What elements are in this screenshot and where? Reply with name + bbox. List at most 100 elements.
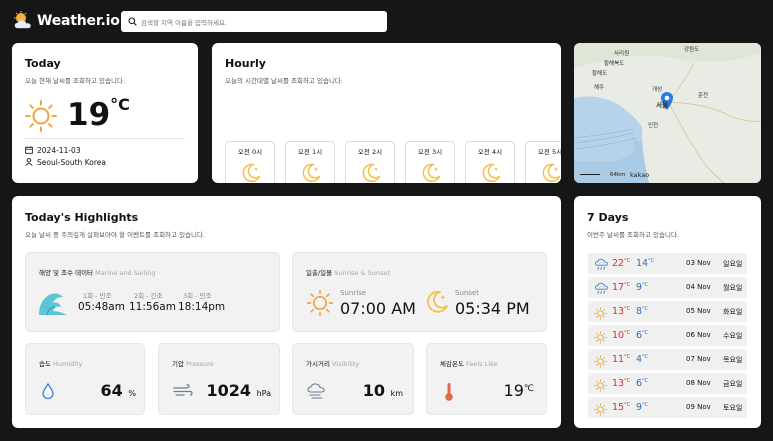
day-low-unit: °C bbox=[648, 258, 655, 264]
day-low-unit: °C bbox=[642, 378, 649, 384]
feels-like-value: 19℃ bbox=[504, 381, 534, 400]
hourly-item[interactable]: 오전 4시15°C bbox=[465, 141, 515, 183]
day-low-unit: °C bbox=[642, 402, 649, 408]
app-logo[interactable]: Weather.io bbox=[12, 10, 120, 32]
visibility-value: 10 km bbox=[363, 381, 403, 400]
day-low-unit: °C bbox=[642, 306, 649, 312]
hourly-item[interactable]: 오전 0시17°C bbox=[225, 141, 275, 183]
day-date: 08 Nov bbox=[686, 379, 711, 387]
map-place-label: 황해북도 bbox=[604, 61, 625, 67]
day-low: 9°C bbox=[636, 402, 648, 413]
hourly-item[interactable]: 오전 3시15°C bbox=[405, 141, 455, 183]
map-place-label: 서울 bbox=[656, 101, 668, 109]
hourly-icon bbox=[480, 162, 502, 183]
day-weekday: 수요일 bbox=[723, 332, 743, 340]
today-card: Today 오늘 현재 날씨를 조회하고 있습니다. 19°C 2024-11-… bbox=[12, 43, 198, 183]
fog-cloud-icon bbox=[307, 383, 325, 399]
moon-icon bbox=[362, 163, 381, 183]
humidity-panel: 습도 Humidity 64 % bbox=[25, 343, 145, 415]
today-temp: 19°C bbox=[67, 95, 130, 133]
hourly-time: 오전 5시 bbox=[537, 148, 561, 156]
marine-title: 해양 및 조수 데이터 Marine and Sailing bbox=[39, 267, 155, 277]
day-high-value: 22 bbox=[612, 258, 625, 269]
search-box[interactable]: 검색할 지역 이름을 입력하세요. bbox=[121, 11, 387, 32]
map-card[interactable]: 64km kakao 강원도 개성 서울 인천 춘천 황해북도 황해도 해주 사리원 bbox=[574, 43, 761, 183]
sunrise-time: 07:00 AM bbox=[340, 299, 416, 318]
day-date: 03 Nov bbox=[686, 259, 711, 267]
moon-icon bbox=[242, 163, 261, 183]
hourly-item[interactable]: 오전 1시16°C bbox=[285, 141, 335, 183]
day-weekday: 월요일 bbox=[723, 284, 743, 292]
day-weekday: 토요일 bbox=[723, 404, 743, 412]
day-row[interactable]: 13°C 6°C 08 Nov 금요일 bbox=[588, 373, 747, 394]
map-scale: 64km bbox=[610, 172, 626, 178]
day-weather-icon bbox=[594, 281, 609, 300]
day-row[interactable]: 15°C 9°C 09 Nov 토요일 bbox=[588, 397, 747, 418]
tide-label: 1회 - 만조 bbox=[83, 292, 112, 300]
day-high-unit: °C bbox=[624, 282, 631, 288]
day-weather-icon bbox=[594, 401, 607, 420]
map-place-label: 강원도 bbox=[684, 47, 700, 53]
wave-icon bbox=[39, 293, 67, 316]
sun-icon bbox=[594, 403, 607, 416]
calendar-icon bbox=[25, 146, 33, 154]
today-date: 2024-11-03 bbox=[37, 146, 81, 155]
day-high: 22°C bbox=[612, 258, 630, 269]
day-row[interactable]: 11°C 4°C 07 Nov 목요일 bbox=[588, 349, 747, 370]
hourly-item[interactable]: 오전 5시15°C bbox=[525, 141, 561, 183]
day-high-value: 10 bbox=[612, 330, 625, 341]
today-location: Seoul-South Korea bbox=[37, 158, 106, 167]
feels-like-title: 체감온도 Feels Like bbox=[440, 358, 498, 368]
hourly-icon bbox=[360, 162, 382, 183]
hourly-time: 오전 4시 bbox=[477, 148, 503, 156]
day-high-unit: °C bbox=[624, 330, 631, 336]
today-subtitle: 오늘 현재 날씨를 조회하고 있습니다. bbox=[25, 77, 126, 85]
map-place-label: 인천 bbox=[648, 123, 659, 129]
tide-label: 2회 - 간조 bbox=[134, 292, 163, 300]
day-date: 05 Nov bbox=[686, 307, 711, 315]
day-row[interactable]: 17°C 9°C 04 Nov 월요일 bbox=[588, 277, 747, 298]
day-high-value: 13 bbox=[612, 378, 625, 389]
day-row[interactable]: 10°C 6°C 06 Nov 수요일 bbox=[588, 325, 747, 346]
map-place-label: 춘천 bbox=[698, 93, 709, 99]
search-input[interactable]: 검색할 지역 이름을 입력하세요. bbox=[141, 17, 227, 27]
app-title: Weather.io bbox=[37, 13, 120, 29]
feels-like-title-ko: 체감온도 bbox=[440, 360, 464, 368]
day-low: 4°C bbox=[636, 354, 648, 365]
day-weather-icon bbox=[594, 329, 607, 348]
hourly-item[interactable]: 오전 2시16°C bbox=[345, 141, 395, 183]
pressure-number: 1024 bbox=[206, 381, 251, 400]
map-place-label: 해주 bbox=[594, 85, 605, 91]
hourly-subtitle: 오늘의 시간대별 날씨를 조회하고 있습니다. bbox=[225, 77, 343, 85]
highlights-title: Today's Highlights bbox=[25, 211, 139, 224]
day-high-unit: °C bbox=[624, 378, 631, 384]
map-view[interactable] bbox=[574, 43, 761, 183]
week-title: 7 Days bbox=[587, 211, 629, 224]
day-row[interactable]: 13°C 8°C 05 Nov 화요일 bbox=[588, 301, 747, 322]
sun-icon bbox=[594, 355, 607, 368]
sunset-label: Sunset bbox=[455, 289, 480, 297]
pressure-unit: hPa bbox=[256, 389, 271, 398]
tide-time: 11:56am bbox=[129, 301, 176, 313]
map-brand: kakao bbox=[630, 171, 650, 179]
day-weather-icon bbox=[594, 353, 607, 372]
today-temp-unit: °C bbox=[110, 95, 130, 114]
day-low: 6°C bbox=[636, 378, 648, 389]
sun-icon bbox=[594, 379, 607, 392]
day-high-value: 13 bbox=[612, 306, 625, 317]
hourly-time: 오전 1시 bbox=[297, 148, 323, 156]
visibility-title-en: Visibility bbox=[332, 360, 360, 368]
moon-icon bbox=[302, 163, 321, 183]
day-low: 6°C bbox=[636, 330, 648, 341]
hourly-time: 오전 0시 bbox=[237, 148, 263, 156]
feels-like-number: 19 bbox=[503, 381, 524, 400]
day-high-unit: °C bbox=[624, 402, 631, 408]
humidity-title-en: Humidity bbox=[53, 360, 83, 368]
day-row[interactable]: 22°C 14°C 03 Nov 일요일 bbox=[588, 253, 747, 274]
tide-time: 18:14pm bbox=[178, 301, 226, 313]
rain-icon bbox=[595, 282, 608, 294]
hourly-icon bbox=[540, 162, 561, 183]
thermometer-icon bbox=[445, 383, 453, 401]
hourly-time: 오전 3시 bbox=[417, 148, 443, 156]
visibility-title: 가시거리 Visibility bbox=[306, 358, 359, 368]
